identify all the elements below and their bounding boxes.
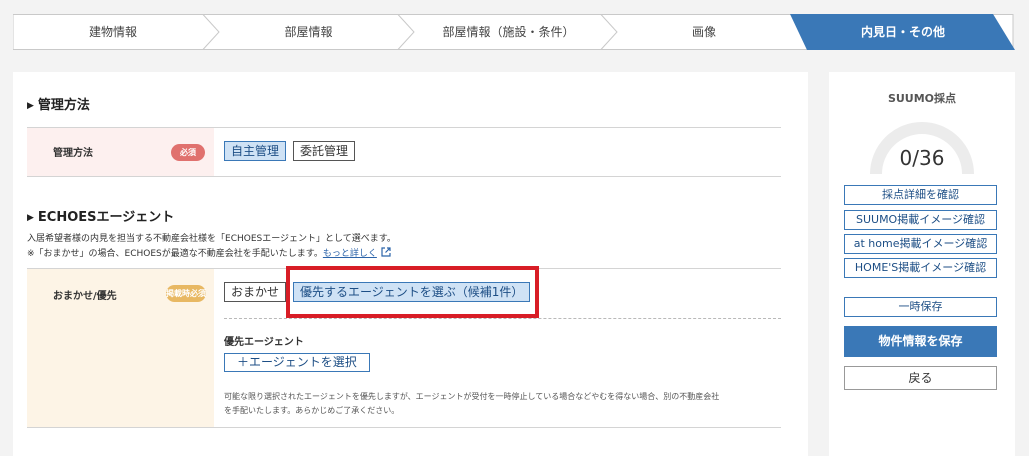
management-section-title-text: 管理方法	[37, 98, 90, 113]
divider	[27, 176, 781, 177]
agent-row-label: おまかせ/優先	[53, 291, 117, 302]
triangle-right-icon: ▶	[27, 101, 34, 111]
back-button[interactable]: 戻る	[844, 366, 997, 390]
more-details-link[interactable]: もっと詳しく	[323, 249, 377, 259]
suumo-preview-button[interactable]: SUUMO掲載イメージ確認	[844, 210, 997, 230]
highlight-box	[286, 266, 539, 318]
score-details-button[interactable]: 採点詳細を確認	[844, 185, 997, 205]
agent-note-line2: を手配いたします。あらかじめご了承ください。	[224, 406, 400, 415]
agent-section-title-text: ECHOESエージェント	[37, 210, 175, 225]
select-agent-button[interactable]: ＋エージェントを選択	[224, 353, 370, 372]
dashed-divider	[224, 318, 781, 319]
publish-required-badge: 掲載時必須	[166, 285, 206, 302]
step-tab-images[interactable]: 画像	[609, 14, 799, 50]
temp-save-button[interactable]: 一時保存	[844, 297, 997, 317]
agent-description-line2: ※「おまかせ」の場合、ECHOESが最適な不動産会社を手配いたします。もっと詳し…	[27, 247, 391, 261]
sidebar-panel: SUUMO採点 0/36 採点詳細を確認 SUUMO掲載イメージ確認 at ho…	[829, 72, 1015, 456]
step-tab-building[interactable]: 建物情報	[13, 14, 213, 50]
option-leave-it-to-us[interactable]: おまかせ	[224, 282, 287, 302]
step-tab-room-facilities[interactable]: 部屋情報（施設・条件）	[406, 14, 611, 50]
agent-description-line1: 入居希望者様の内見を担当する不動産会社様を「ECHOESエージェント」として選べ…	[27, 234, 396, 244]
step-tab-viewing-other[interactable]: 内見日・その他	[803, 14, 1003, 50]
score-value: 0/36	[899, 146, 945, 170]
main-panel: ▶ 管理方法 管理方法 必須 自主管理 委託管理 ▶ ECHOESエージェント 入居…	[13, 72, 808, 456]
step-navigation: 建物情報 部屋情報 部屋情報（施設・条件） 画像 内見日・その他	[13, 14, 1016, 50]
suumo-score-title: SUUMO採点	[887, 92, 957, 105]
divider	[27, 427, 781, 428]
management-section-title: ▶ 管理方法	[27, 94, 90, 113]
option-self-management[interactable]: 自主管理	[224, 141, 287, 161]
save-property-button[interactable]: 物件情報を保存	[844, 326, 997, 357]
external-link-icon[interactable]	[381, 247, 391, 257]
homes-preview-button[interactable]: HOME'S掲載イメージ確認	[844, 258, 997, 278]
required-badge: 必須	[171, 144, 205, 161]
triangle-right-icon: ▶	[27, 213, 34, 223]
step-tab-room[interactable]: 部屋情報	[211, 14, 406, 50]
agent-description-text: ※「おまかせ」の場合、ECHOESが最適な不動産会社を手配いたします。	[27, 249, 323, 259]
management-row-label: 管理方法	[53, 148, 93, 159]
agent-section-title: ▶ ECHOESエージェント	[27, 206, 174, 225]
agent-note-line1: 可能な限り選択されたエージェントを優先しますが、エージェントが受付を一時停止して…	[224, 392, 720, 401]
athome-preview-button[interactable]: at home掲載イメージ確認	[844, 234, 997, 254]
option-entrusted-management[interactable]: 委託管理	[293, 141, 356, 161]
priority-agent-label: 優先エージェント	[224, 337, 304, 348]
